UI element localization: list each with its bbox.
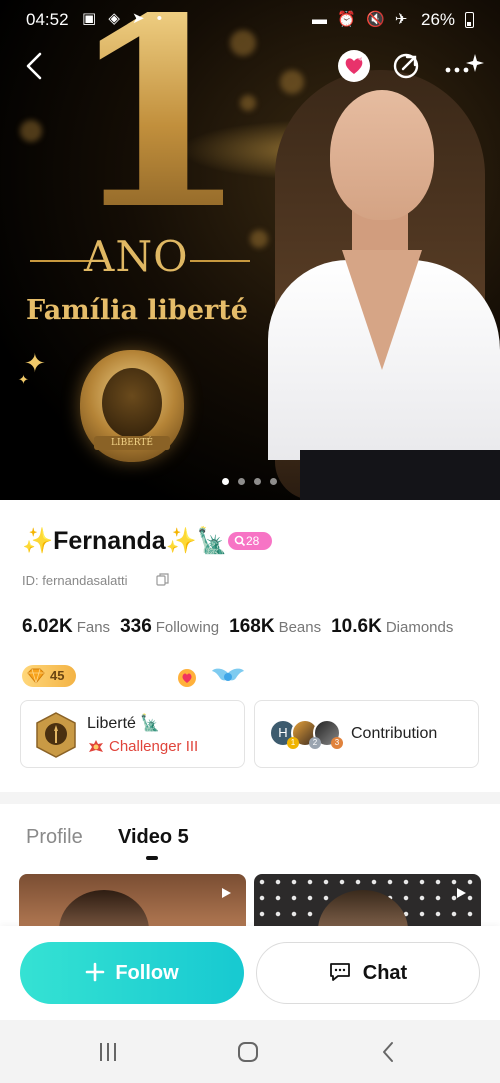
challenger-rank-icon (89, 740, 103, 752)
video-thumbnail[interactable] (254, 874, 481, 934)
avatar-initial: H (278, 725, 288, 740)
system-navigation-bar (0, 1020, 500, 1083)
tab-profile[interactable]: Profile (26, 826, 83, 849)
anniversary-word: ANO (84, 232, 189, 281)
stat-value: 168K (229, 616, 275, 637)
chat-label: Chat (362, 962, 408, 984)
system-icons: ▬ ⏰ 🔇 ✈ (312, 11, 411, 28)
battery-icon (465, 12, 474, 28)
carousel-dot[interactable] (238, 478, 245, 485)
stat-value: 336 (120, 616, 152, 637)
top-contributors: H 1 2 3 (269, 719, 347, 751)
ornament-line (30, 260, 90, 262)
battery-percent: 26% (421, 10, 456, 29)
user-level-value: 28 (246, 534, 260, 548)
contribution-label: Contribution (351, 725, 438, 742)
stat-beans[interactable]: 168K Beans (229, 616, 331, 637)
carousel-dot[interactable] (254, 478, 261, 485)
share-icon[interactable] (390, 50, 422, 82)
profile-cover-image[interactable]: 1 ANO Família liberté ✦ ✦ LIBERTÉ 04:52 … (0, 0, 500, 500)
follow-button[interactable]: Follow (20, 942, 244, 1004)
chat-button[interactable]: Chat (256, 942, 480, 1004)
status-bar: 04:52 ▣ ◈ ➤ • ▬ ⏰ 🔇 ✈ 26% (0, 0, 500, 40)
level-icon (234, 535, 246, 547)
wings-badge-icon[interactable] (210, 665, 246, 687)
diamond-level-value: 45 (50, 668, 65, 683)
back-arrow-icon[interactable] (22, 48, 52, 84)
stat-value: 10.6K (331, 616, 382, 637)
play-icon (222, 888, 231, 898)
family-rank-label: Challenger III (109, 738, 199, 755)
statue-of-liberty-emblem (102, 368, 162, 438)
stat-following[interactable]: 336 Following (120, 616, 229, 637)
stat-fans[interactable]: 6.02K Fans (22, 616, 120, 637)
user-id: ID: fernandasalatti (22, 573, 128, 588)
sparkle-icon: ✦ (18, 372, 29, 387)
recents-icon[interactable] (95, 1040, 121, 1064)
stat-value: 6.02K (22, 616, 73, 637)
profile-action-bar: Follow Chat (0, 926, 500, 1020)
portrait-pants (300, 450, 500, 500)
ornament-line (190, 260, 250, 262)
family-medal: LIBERTÉ (80, 350, 184, 462)
status-time: 04:52 (26, 10, 69, 29)
contribution-card[interactable]: H 1 2 3 Contribution (254, 700, 479, 768)
plus-icon (86, 962, 105, 982)
user-level-badge[interactable]: 28 (228, 532, 272, 550)
rank-1-badge: 1 (287, 737, 299, 749)
play-icon (457, 888, 466, 898)
stat-label: Fans (76, 619, 111, 636)
medal-ribbon: LIBERTÉ (94, 436, 170, 450)
hot-heart-badge-icon[interactable] (176, 666, 198, 688)
family-title: Família liberté (26, 295, 248, 326)
carousel-dot[interactable] (270, 478, 277, 485)
section-divider (0, 792, 500, 804)
stat-diamonds[interactable]: 10.6K Diamonds (331, 616, 463, 637)
carousel-dot-active[interactable] (222, 478, 229, 485)
stat-label: Diamonds (385, 619, 454, 636)
video-thumbnail[interactable] (19, 874, 246, 934)
family-rank: Challenger III (87, 738, 198, 755)
copy-icon[interactable] (156, 573, 169, 586)
bokeh-light (280, 70, 304, 94)
family-emblem-icon (36, 712, 76, 758)
diamond-icon (27, 668, 45, 684)
active-tab-indicator (146, 856, 158, 860)
bokeh-light (250, 230, 268, 248)
nav-back-icon[interactable] (376, 1040, 402, 1064)
diamond-level-badge[interactable]: 45 (22, 665, 76, 687)
more-options-icon[interactable] (442, 48, 486, 84)
tab-video[interactable]: Video 5 (118, 826, 189, 849)
stat-label: Following (155, 619, 220, 636)
home-icon[interactable] (235, 1040, 261, 1064)
rank-2-badge: 2 (309, 737, 321, 749)
chat-bubble-icon (329, 962, 350, 981)
follow-label: Follow (115, 962, 179, 984)
family-name: Liberté 🗽 (87, 715, 161, 732)
stat-label: Beans (278, 619, 322, 636)
profile-name: ✨Fernanda✨🗽 (22, 527, 228, 555)
notification-icons: ▣ ◈ ➤ • (82, 10, 167, 27)
portrait-face (330, 90, 434, 220)
family-card[interactable]: Liberté 🗽 Challenger III (20, 700, 245, 768)
heart-gift-icon[interactable] (338, 50, 370, 82)
rank-3-badge: 3 (331, 737, 343, 749)
profile-stats: 6.02K Fans 336 Following 168K Beans 10.6K Diamo… (22, 616, 463, 642)
bokeh-light (20, 120, 42, 142)
